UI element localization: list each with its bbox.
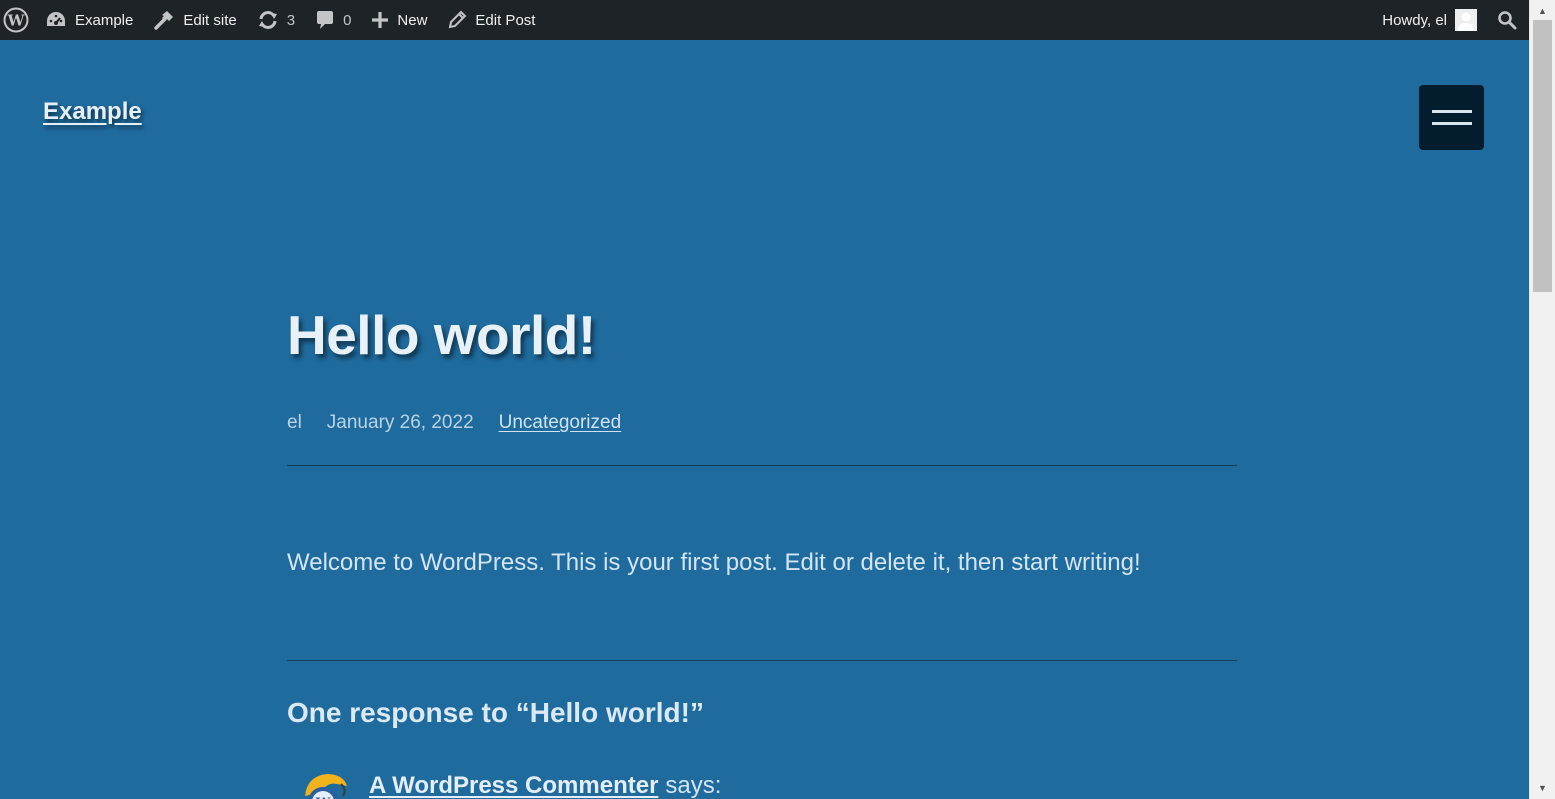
hamburger-line <box>1431 122 1472 125</box>
says-label: says: <box>665 772 722 799</box>
comments-count: 0 <box>343 11 352 29</box>
site-name-label: Example <box>75 11 134 29</box>
new-content-menu[interactable]: New <box>361 0 437 40</box>
post-date: January 26, 2022 <box>326 412 474 433</box>
hammer-icon <box>153 10 175 30</box>
post-meta: el January 26, 2022 Uncategorized <box>287 412 621 434</box>
post-body: Welcome to WordPress. This is your first… <box>287 549 1141 576</box>
pencil-icon <box>447 10 467 30</box>
search-icon <box>1497 10 1517 30</box>
commenter-name-link[interactable]: A WordPress Commenter <box>369 772 658 799</box>
site-title-link[interactable]: Example <box>43 98 142 126</box>
edit-site-link[interactable]: Edit site <box>143 0 246 40</box>
comments-divider <box>287 660 1237 661</box>
svg-text:W: W <box>7 12 26 30</box>
scroll-down-arrow-icon[interactable]: ▼ <box>1530 779 1555 797</box>
commenter-avatar: W <box>297 766 353 799</box>
new-label: New <box>397 11 428 29</box>
admin-bar-left: W Example Edit site 3 0 New Edit Post <box>0 0 545 40</box>
dashboard-icon <box>45 10 67 30</box>
menu-toggle-button[interactable] <box>1419 85 1484 150</box>
post-author: el <box>287 412 302 433</box>
comments-link[interactable]: 0 <box>305 0 361 40</box>
admin-bar-right: Howdy, el <box>1372 0 1529 40</box>
edit-post-link[interactable]: Edit Post <box>437 0 545 40</box>
scrollbar-thumb[interactable] <box>1533 20 1552 292</box>
search-toggle[interactable] <box>1487 0 1529 40</box>
comment-item: W A WordPress Commenter says: <box>287 766 721 799</box>
admin-bar: W Example Edit site 3 0 New Edit Post Ho… <box>0 0 1529 40</box>
updates-link[interactable]: 3 <box>247 0 305 40</box>
wordpress-logo-icon: W <box>3 7 29 33</box>
post-title: Hello world! <box>287 304 596 366</box>
edit-site-label: Edit site <box>183 11 237 29</box>
comments-heading: One response to “Hello world!” <box>287 697 704 728</box>
comment-bubble-icon <box>315 10 335 30</box>
wordpress-menu[interactable]: W <box>0 0 35 40</box>
post-category-link[interactable]: Uncategorized <box>499 412 622 434</box>
howdy-label: Howdy, el <box>1382 11 1447 29</box>
site-name-menu[interactable]: Example <box>35 0 143 40</box>
scroll-up-arrow-icon[interactable]: ▲ <box>1530 2 1555 20</box>
updates-count: 3 <box>286 11 296 29</box>
plus-icon <box>371 11 389 29</box>
hamburger-line <box>1431 110 1472 113</box>
meta-divider <box>287 465 1237 466</box>
page-scrollbar[interactable]: ▲ ▼ <box>1529 0 1555 799</box>
updates-icon <box>257 10 279 30</box>
my-account-menu[interactable]: Howdy, el <box>1372 0 1487 40</box>
user-avatar <box>1455 9 1477 31</box>
edit-post-label: Edit Post <box>475 11 536 29</box>
